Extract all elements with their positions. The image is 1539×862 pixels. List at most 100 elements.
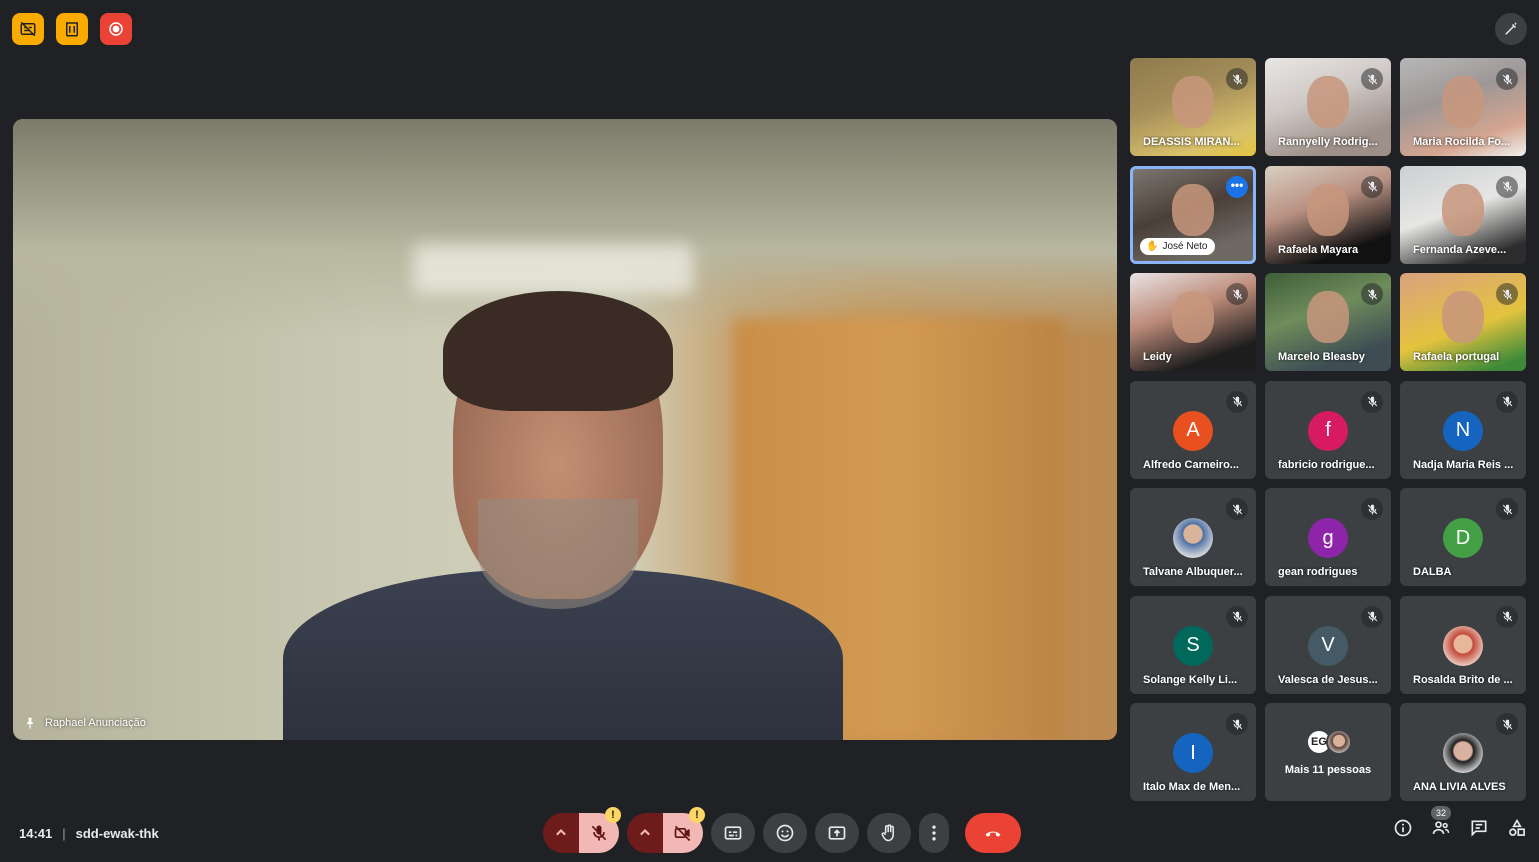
speaking-hand-icon: ✋ [1146,240,1159,252]
hand-icon [881,824,894,842]
participant-tile[interactable]: Rafaela Mayara [1265,165,1391,264]
muted-indicator [1496,390,1518,413]
participant-name: fabricio rodrigue... [1278,458,1375,471]
participant-tile[interactable]: Talvane Albuquer... [1130,488,1256,586]
captions-button[interactable] [711,813,755,853]
present-screen-button[interactable] [815,813,859,853]
participant-name: gean rodrigues [1278,566,1358,578]
mic-off-icon [1502,504,1512,514]
mic-off-icon [1367,504,1377,514]
chevron-up-icon [556,829,566,836]
top-status-badges [12,13,132,45]
avatar: D [1443,518,1483,558]
participant-tile[interactable]: Rafaela portugal [1400,273,1526,371]
avatar: S [1173,625,1213,666]
muted-indicator [1361,283,1383,305]
activities-icon [1509,818,1525,836]
chat-button[interactable] [1467,816,1491,840]
muted-indicator [1361,498,1383,520]
spotlight-video[interactable]: Raphael Anunciação [13,119,1117,740]
muted-indicator [1496,498,1518,520]
participant-face [1442,291,1484,343]
participant-tile[interactable]: V Valesca de Jesus... [1265,595,1391,694]
people-button[interactable]: 32 [1429,806,1453,840]
mic-off-icon [1367,289,1377,299]
participant-tile[interactable]: f fabricio rodrigue... [1265,380,1391,479]
participant-tile[interactable]: ••• ✋ José Neto [1130,165,1256,264]
muted-indicator [1226,713,1248,735]
avatar [1173,518,1213,558]
participant-tile[interactable]: Rosalda Brito de ... [1400,595,1526,694]
participant-tile[interactable]: g gean rodrigues [1265,488,1391,586]
avatar [1443,733,1483,773]
participant-name: Italo Max de Men... [1143,781,1241,793]
avatar: A [1173,410,1213,451]
participant-options-button[interactable]: ••• [1226,175,1248,198]
video-background-object [413,244,693,294]
participant-tile[interactable]: ANA LIVIA ALVES [1400,703,1526,801]
more-participants-label: Mais 11 pessoas [1284,764,1372,776]
camera-warning-badge: ! [689,807,705,823]
avatar [1326,729,1352,755]
participant-tile[interactable]: Leidy [1130,273,1256,371]
meeting-code[interactable]: sdd-ewak-thk [76,826,159,841]
raise-hand-button[interactable] [867,813,911,853]
reactions-button[interactable] [763,813,807,853]
mic-off-icon [1502,719,1512,729]
participant-tile[interactable]: Marcelo Bleasby [1265,273,1391,371]
participant-tile[interactable]: S Solange Kelly Li... [1130,595,1256,694]
participant-tile[interactable]: D DALBA [1400,488,1526,586]
participant-tile[interactable]: EG Mais 11 pessoas [1265,703,1391,801]
participant-name: Valesca de Jesus... [1278,673,1378,686]
participant-name: Alfredo Carneiro... [1143,458,1239,471]
meeting-info-separator: | [62,826,66,841]
mic-off-icon [1367,396,1377,407]
muted-indicator [1226,68,1248,90]
participant-tile[interactable]: I Italo Max de Men... [1130,703,1256,801]
participant-tile[interactable]: A Alfredo Carneiro... [1130,380,1256,479]
participant-name: Rannyelly Rodrig... [1278,136,1378,148]
meeting-details-button[interactable] [1391,816,1415,840]
audio-options-button[interactable] [543,813,579,853]
participant-tile[interactable]: Rannyelly Rodrig... [1265,58,1391,156]
magic-pen-icon [1505,22,1517,35]
muted-indicator [1226,283,1248,305]
avatar: f [1308,410,1348,451]
effects-button[interactable] [1495,13,1527,45]
muted-indicator [1226,605,1248,628]
mic-off-icon [1367,611,1377,622]
mic-warning-badge: ! [605,807,621,823]
muted-indicator [1361,605,1383,628]
activities-button[interactable] [1505,816,1529,840]
pin-icon[interactable] [23,716,37,730]
avatar: I [1173,733,1213,773]
mic-off-icon [1502,74,1512,84]
more-options-button[interactable] [919,813,949,853]
spotlight-name-label: Raphael Anunciação [23,716,146,730]
participant-tile[interactable]: N Nadja Maria Reis ... [1400,380,1526,479]
participant-tile[interactable]: Maria Rocilda Fo... [1400,58,1526,156]
leave-call-button[interactable] [965,813,1021,853]
muted-indicator [1496,175,1518,198]
mic-control-group: ! [543,807,621,853]
recording-badge[interactable] [100,13,132,45]
muted-indicator [1496,713,1518,735]
participant-tile[interactable]: DEASSIS MIRAN... [1130,58,1256,156]
mic-off-icon [1502,611,1512,622]
participant-tile[interactable]: Fernanda Azeve... [1400,165,1526,264]
mic-off-icon [591,825,607,841]
participant-face [1442,76,1484,128]
mic-off-icon [1502,396,1512,407]
host-controls-badge[interactable] [56,13,88,45]
participant-name: Talvane Albuquer... [1143,566,1243,578]
mic-off-icon [1502,289,1512,299]
participant-name: Fernanda Azeve... [1413,243,1507,256]
avatar [1443,625,1483,666]
muted-indicator [1496,605,1518,628]
participant-face [1172,291,1214,343]
captions-off-badge[interactable] [12,13,44,45]
participant-face [1172,76,1214,128]
participant-face [1307,291,1349,343]
muted-indicator [1361,390,1383,413]
video-options-button[interactable] [627,813,663,853]
